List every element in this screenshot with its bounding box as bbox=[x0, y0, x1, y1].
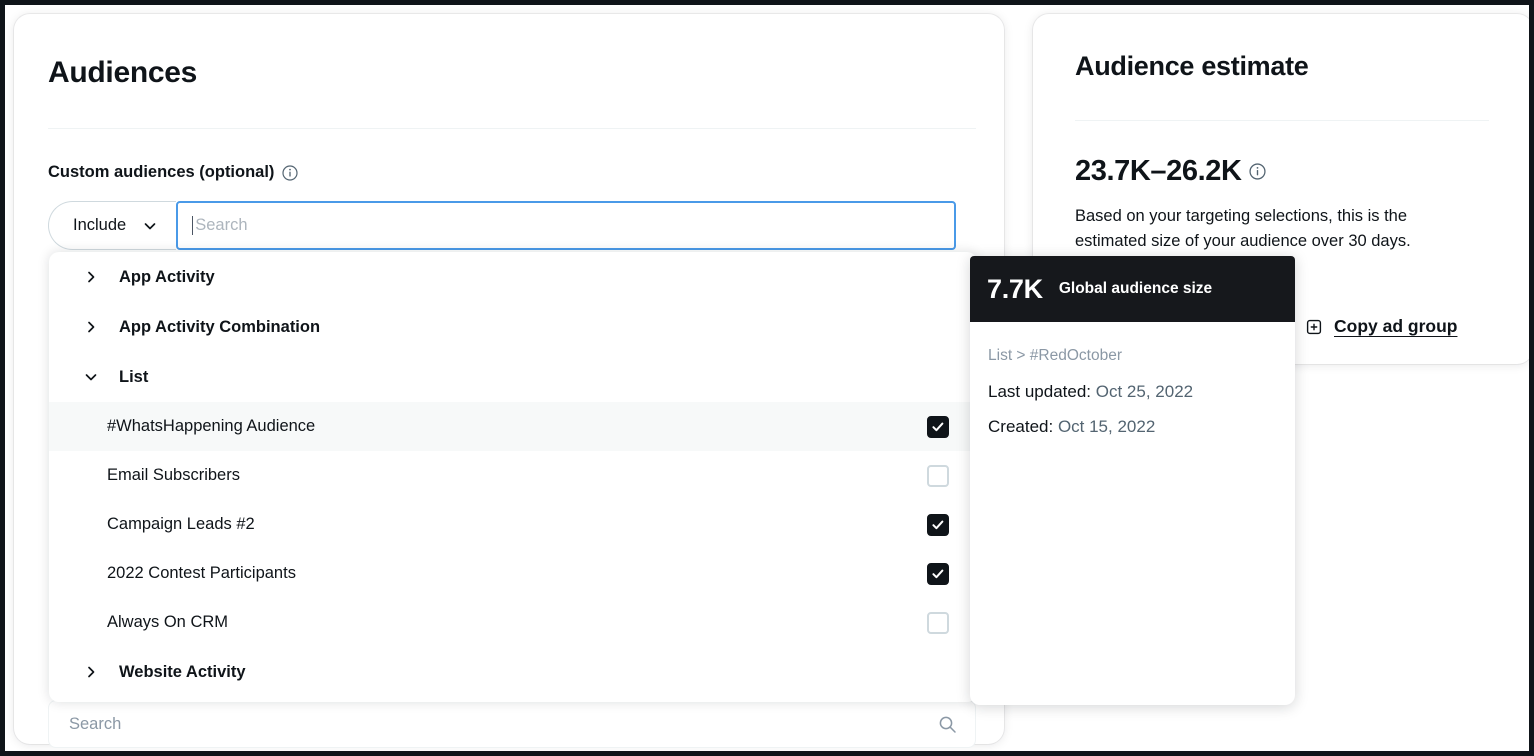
dropdown-group-website-activity[interactable]: Website Activity bbox=[49, 647, 977, 697]
list-item[interactable]: 2022 Contest Participants bbox=[49, 549, 977, 598]
checkbox-unchecked[interactable] bbox=[927, 465, 949, 487]
tooltip-created-label: Created: bbox=[988, 417, 1053, 436]
dropdown-group-label: App Activity Combination bbox=[119, 318, 320, 337]
tooltip-last-updated-label: Last updated: bbox=[988, 382, 1091, 401]
list-item[interactable]: #WhatsHappening Audience bbox=[49, 402, 977, 451]
screenshot-frame: Audiences Custom audiences (optional) In… bbox=[0, 0, 1534, 756]
audience-search-placeholder: Search bbox=[195, 216, 247, 235]
copy-ad-group-button[interactable]: Copy ad group bbox=[1305, 316, 1457, 337]
secondary-search-field[interactable]: Search bbox=[48, 700, 976, 748]
estimate-description: Based on your targeting selections, this… bbox=[1075, 204, 1475, 254]
chevron-down-icon bbox=[142, 218, 158, 234]
header-divider bbox=[48, 128, 976, 129]
tooltip-body: List > #RedOctober Last updated: Oct 25,… bbox=[970, 322, 1295, 437]
list-item-label: Always On CRM bbox=[107, 613, 228, 632]
page-title: Audiences bbox=[48, 56, 197, 90]
list-item-label: 2022 Contest Participants bbox=[107, 564, 296, 583]
text-caret bbox=[192, 216, 193, 235]
copy-ad-group-label: Copy ad group bbox=[1334, 316, 1457, 337]
chevron-right-icon bbox=[84, 270, 98, 284]
info-icon[interactable] bbox=[282, 165, 298, 181]
dropdown-group-list[interactable]: List bbox=[49, 352, 977, 402]
checkbox-checked[interactable] bbox=[927, 563, 949, 585]
tooltip-audience-size: 7.7K bbox=[987, 274, 1043, 305]
estimate-value-text: 23.7K–26.2K bbox=[1075, 155, 1242, 188]
list-item[interactable]: Always On CRM bbox=[49, 598, 977, 647]
chevron-right-icon bbox=[84, 665, 98, 679]
dropdown-group-app-activity[interactable]: App Activity bbox=[49, 252, 977, 302]
audience-dropdown-panel[interactable]: App Activity App Activity Combination Li… bbox=[49, 252, 977, 702]
search-icon bbox=[938, 715, 957, 734]
include-dropdown-value: Include bbox=[73, 216, 126, 235]
dropdown-group-label: List bbox=[119, 368, 148, 387]
chevron-right-icon bbox=[84, 320, 98, 334]
info-icon[interactable] bbox=[1249, 163, 1266, 180]
checkbox-checked[interactable] bbox=[927, 514, 949, 536]
include-dropdown[interactable]: Include bbox=[48, 201, 176, 250]
custom-audiences-label: Custom audiences (optional) bbox=[48, 163, 298, 182]
audience-selector-row: Include Search bbox=[48, 201, 956, 250]
list-item[interactable]: Campaign Leads #2 bbox=[49, 500, 977, 549]
checkbox-checked[interactable] bbox=[927, 416, 949, 438]
tooltip-created: Created: Oct 15, 2022 bbox=[988, 417, 1295, 437]
list-item-label: Campaign Leads #2 bbox=[107, 515, 255, 534]
dropdown-group-app-activity-combination[interactable]: App Activity Combination bbox=[49, 302, 977, 352]
custom-audiences-label-text: Custom audiences (optional) bbox=[48, 163, 274, 182]
estimate-value: 23.7K–26.2K bbox=[1075, 155, 1266, 188]
audience-tooltip-popover: 7.7K Global audience size List > #RedOct… bbox=[970, 256, 1295, 705]
secondary-search-placeholder: Search bbox=[69, 715, 121, 734]
copy-icon bbox=[1305, 318, 1323, 336]
checkbox-unchecked[interactable] bbox=[927, 612, 949, 634]
dropdown-group-label: App Activity bbox=[119, 268, 215, 287]
list-item-label: #WhatsHappening Audience bbox=[107, 417, 315, 436]
list-item-label: Email Subscribers bbox=[107, 466, 240, 485]
tooltip-header: 7.7K Global audience size bbox=[970, 256, 1295, 322]
chevron-down-icon bbox=[84, 370, 98, 384]
tooltip-last-updated-value: Oct 25, 2022 bbox=[1096, 382, 1193, 401]
tooltip-last-updated: Last updated: Oct 25, 2022 bbox=[988, 382, 1295, 402]
list-item[interactable]: Email Subscribers bbox=[49, 451, 977, 500]
tooltip-audience-size-caption: Global audience size bbox=[1059, 280, 1212, 298]
estimate-title: Audience estimate bbox=[1075, 51, 1308, 82]
dropdown-group-label: Website Activity bbox=[119, 663, 246, 682]
tooltip-breadcrumb: List > #RedOctober bbox=[988, 347, 1295, 365]
tooltip-created-value: Oct 15, 2022 bbox=[1058, 417, 1155, 436]
estimate-divider bbox=[1075, 120, 1489, 121]
audience-search-field[interactable]: Search bbox=[176, 201, 956, 250]
